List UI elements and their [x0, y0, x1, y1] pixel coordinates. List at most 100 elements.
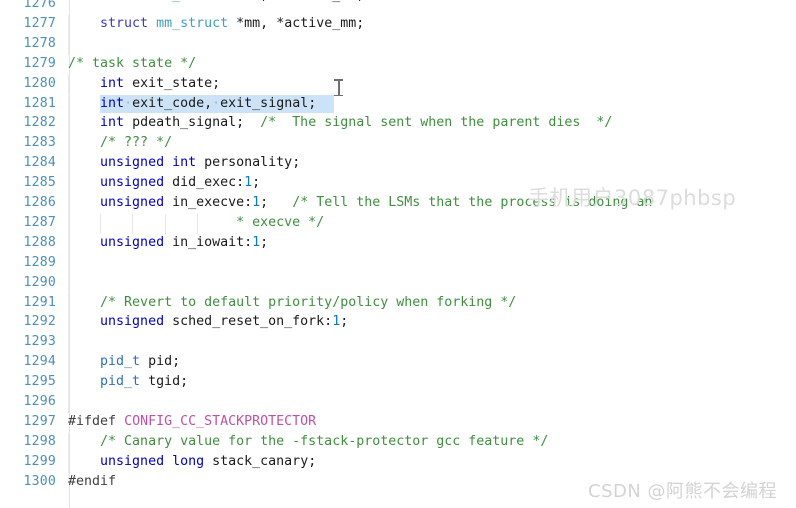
code-token-kw: int — [100, 95, 125, 111]
code-line-text: /* Canary value for the -fstack-protecto… — [68, 432, 548, 452]
code-line-text: #ifdef CONFIG_CC_STACKPROTECTOR — [68, 412, 316, 432]
code-line[interactable]: int·exit_code,·exit_signal; — [0, 94, 796, 115]
indent-guide — [68, 34, 69, 55]
code-token-plain: ; — [252, 175, 261, 191]
code-line-text: unsigned long stack_canary; — [68, 452, 316, 472]
code-token-kw: int — [172, 155, 197, 171]
code-token-type2: pid_t — [100, 374, 141, 390]
code-token-kw: int — [100, 75, 125, 91]
code-token-plain: *mm, *active_mm; — [228, 15, 365, 31]
user-watermark: 手机用户3087phbsp — [528, 186, 737, 210]
code-token-plain: stack_canary; — [204, 453, 317, 469]
code-line[interactable]: unsigned in_iowait:1; — [0, 233, 796, 254]
code-token-plain: sched_reset_on_fork: — [164, 314, 333, 330]
code-token-plain: did_exec: — [164, 175, 245, 191]
code-token-plain: in_iowait: — [164, 234, 253, 250]
indent-guide — [68, 273, 69, 294]
code-token-plain: tgid; — [140, 374, 189, 390]
code-line-text: pid_t tgid; — [68, 372, 188, 392]
code-token-plain: ; — [260, 234, 269, 250]
code-line-text: struct mm_struct *mm, *active_mm; — [68, 14, 364, 34]
code-token-kw: int — [100, 115, 125, 131]
code-line[interactable]: /* task state */ — [0, 54, 796, 74]
code-line-text: int exit_state; — [68, 74, 220, 94]
code-token-plain: personality; — [196, 155, 301, 171]
indent-guide — [68, 253, 69, 274]
code-line-text: int·exit_code,·exit_signal; — [68, 94, 316, 114]
code-line[interactable]: unsigned sched_reset_on_fork:1; — [0, 312, 796, 334]
code-token-plain: pid; — [140, 354, 181, 370]
code-editor[interactable]: 1276 1277 1278 1279 1280 1281 1282 1283 1284 1285… — [0, 0, 796, 508]
code-line[interactable]: /* Canary value for the -fstack-protecto… — [0, 432, 796, 453]
indent-guide — [68, 393, 69, 413]
code-line[interactable] — [0, 34, 796, 55]
code-token-plain: ; — [260, 195, 293, 210]
code-token-kw: unsigned — [100, 234, 165, 250]
code-line[interactable]: int exit_state; — [0, 74, 796, 95]
code-line[interactable]: pid_t pid; — [0, 352, 796, 374]
code-line[interactable]: unsigned int personality; — [0, 153, 796, 175]
code-token-type2: pid_t — [100, 354, 141, 370]
code-line[interactable] — [0, 332, 796, 354]
csdn-watermark: CSDN @阿熊不会编程 — [588, 481, 778, 502]
code-line-text: #endif — [68, 472, 116, 492]
code-token-kw: unsigned — [100, 175, 165, 191]
code-token-ws: · — [124, 95, 133, 111]
code-line-text: /* Revert to default priority/policy whe… — [68, 293, 516, 313]
code-token-kw2: struct — [100, 15, 149, 31]
code-token-ws: · — [212, 95, 221, 111]
code-token-plain: exit_code, — [132, 95, 213, 111]
code-line-text: /* ??? */ — [68, 133, 172, 153]
code-token-cmt: /* Canary value for the -fstack-protecto… — [100, 433, 549, 449]
code-token-cmt: /* Revert to default priority/policy whe… — [100, 294, 517, 310]
code-line-text: pid_t pid; — [68, 352, 180, 372]
code-token-num: 1 — [252, 234, 261, 250]
code-content[interactable]: struct mm_struct *mm, *active_mm; /* task… — [0, 0, 796, 508]
code-line[interactable] — [0, 392, 796, 413]
code-line[interactable]: pid_t tgid; — [0, 372, 796, 393]
code-line-text: unsigned did_exec:1; — [68, 173, 260, 193]
code-line-text: * execve */ — [68, 213, 324, 233]
code-token-kw: long — [172, 453, 205, 469]
code-token-cmt: /* ??? */ — [100, 135, 173, 151]
code-token-num: 1 — [252, 195, 261, 210]
code-line-text: unsigned sched_reset_on_fork:1; — [68, 312, 348, 332]
code-line[interactable] — [0, 273, 796, 294]
code-line[interactable]: int pdeath_signal; /* The signal sent wh… — [0, 113, 796, 135]
code-token-plain: in_execve: — [164, 195, 253, 210]
code-line-text: int pdeath_signal; /* The signal sent wh… — [68, 113, 612, 133]
code-line[interactable]: unsigned long stack_canary; — [0, 452, 796, 473]
code-line[interactable]: /* ??? */ — [0, 133, 796, 155]
code-line[interactable]: struct mm_struct *mm, *active_mm; — [0, 14, 796, 35]
code-line[interactable] — [0, 253, 796, 274]
code-line[interactable] — [0, 0, 796, 14]
code-line[interactable]: #ifdef CONFIG_CC_STACKPROTECTOR — [0, 412, 796, 432]
code-token-pp: #ifdef — [68, 413, 117, 429]
code-line-text: unsigned in_iowait:1; — [68, 233, 268, 253]
indent-guide — [68, 333, 69, 354]
code-token-ppid: CONFIG_CC_STACKPROTECTOR — [124, 413, 317, 429]
code-line[interactable]: /* Revert to default priority/policy whe… — [0, 293, 796, 314]
code-line[interactable]: * execve */ — [0, 213, 796, 234]
code-line-text: unsigned int personality; — [68, 153, 300, 173]
code-token-pp: #endif — [68, 473, 117, 489]
code-token-cmt: /* The signal sent when the parent dies … — [260, 115, 613, 131]
